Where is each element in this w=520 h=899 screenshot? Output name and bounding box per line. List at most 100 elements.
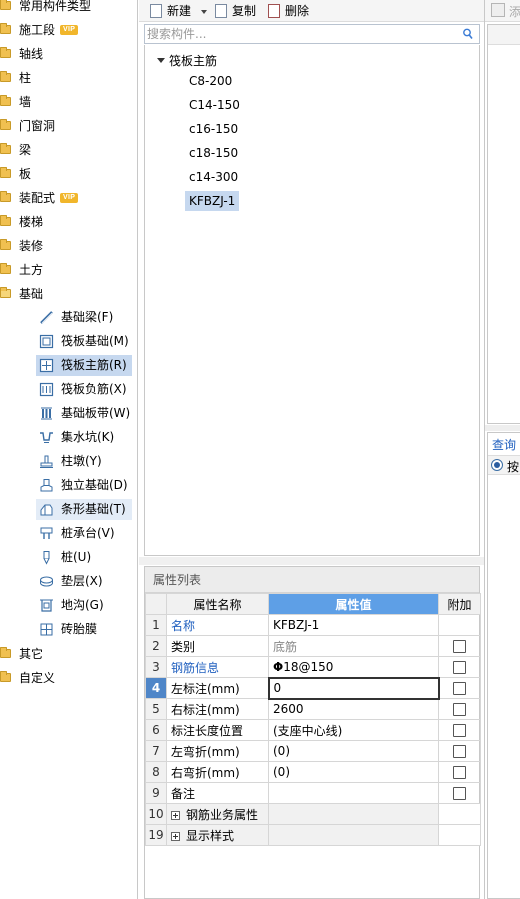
property-value[interactable] <box>268 824 439 846</box>
property-extra-cell <box>438 719 481 741</box>
component-group-label: 筏板主筋 <box>169 54 218 68</box>
property-row[interactable]: 19 显示样式 <box>145 824 481 846</box>
foundation-item[interactable]: 筏板负筋(X) <box>36 379 132 400</box>
right-splitter[interactable] <box>485 425 520 431</box>
tree-category[interactable]: 楼梯 <box>0 212 136 232</box>
property-row[interactable]: 7 左弯折(mm) (0) <box>145 740 481 762</box>
expand-plus-icon[interactable] <box>171 810 180 820</box>
component-list-item[interactable]: c14-300 <box>185 167 242 187</box>
tree-category[interactable]: 其它 <box>0 644 136 664</box>
add-icon[interactable] <box>491 3 505 17</box>
radio-option[interactable]: 按 <box>488 455 520 475</box>
foundation-item[interactable]: 筏板主筋(R) <box>36 355 132 376</box>
tree-category[interactable]: 门窗洞 <box>0 116 136 136</box>
search-input[interactable] <box>147 26 457 42</box>
property-value-text: 0 <box>273 681 282 695</box>
tree-category[interactable]: 墙 <box>0 92 136 112</box>
property-row[interactable]: 3 钢筋信息 Φ18@150 <box>145 656 481 678</box>
component-list-item[interactable]: c16-150 <box>185 119 242 139</box>
property-value[interactable]: 2600 <box>268 698 439 720</box>
property-row[interactable]: 6 标注长度位置 (支座中心线) <box>145 719 481 741</box>
property-value-editor[interactable]: 0 <box>267 676 440 700</box>
component-list-item[interactable]: C14-150 <box>185 95 244 115</box>
foundation-item[interactable]: 桩(U) <box>36 547 132 568</box>
extra-checkbox[interactable] <box>453 682 467 695</box>
extra-checkbox[interactable] <box>453 661 466 674</box>
tree-category[interactable]: 板 <box>0 164 136 184</box>
tree-category[interactable]: 常用构件类型 <box>0 0 136 16</box>
expand-arrow-icon[interactable] <box>157 58 165 63</box>
property-extra-cell <box>438 782 481 804</box>
property-group-label: 钢筋业务属性 <box>186 807 259 822</box>
extra-checkbox[interactable] <box>453 745 466 758</box>
radio-button[interactable] <box>491 459 503 471</box>
tree-category[interactable]: 轴线 <box>0 44 136 64</box>
property-row[interactable]: 9 备注 <box>145 782 481 804</box>
property-value[interactable]: 底筋 <box>268 635 439 657</box>
property-row[interactable]: 2 类别 底筋 <box>145 635 481 657</box>
property-group-cell[interactable]: 钢筋业务属性 <box>166 803 269 825</box>
tree-category[interactable]: 装修 <box>0 236 136 256</box>
query-tab[interactable]: 查询 <box>492 436 516 453</box>
property-value[interactable]: KFBZJ-1 <box>268 614 439 636</box>
property-row[interactable]: 10 钢筋业务属性 <box>145 803 481 825</box>
delete-button[interactable]: 删除 <box>268 2 314 20</box>
extra-checkbox[interactable] <box>453 703 466 716</box>
property-row[interactable]: 5 右标注(mm) 2600 <box>145 698 481 720</box>
folder-icon <box>0 47 11 58</box>
tree-category[interactable]: 施工段 VIP <box>0 20 136 40</box>
right-toolbar-label[interactable]: 添 <box>509 3 520 20</box>
new-button[interactable]: 新建 <box>150 2 208 20</box>
splitter[interactable] <box>139 557 484 565</box>
property-group-label: 显示样式 <box>186 828 235 843</box>
component-list-item[interactable]: c18-150 <box>185 143 242 163</box>
foundation-item[interactable]: 垫层(X) <box>36 571 132 592</box>
foundation-item[interactable]: 柱墩(Y) <box>36 451 132 472</box>
folder-icon <box>0 263 11 274</box>
foundation-item[interactable]: 桩承台(V) <box>36 523 132 544</box>
foundation-item[interactable]: 基础梁(F) <box>36 307 132 328</box>
property-value[interactable]: Φ18@150 <box>268 656 439 678</box>
foundation-item[interactable]: 基础板带(W) <box>36 403 132 424</box>
property-value[interactable]: (0) <box>268 761 439 783</box>
property-row[interactable]: 4 左标注(mm) 0 <box>145 676 481 700</box>
column-pier-icon <box>40 455 53 468</box>
tree-category[interactable]: 自定义 <box>0 668 136 688</box>
property-row[interactable]: 1 名称 KFBZJ-1 <box>145 614 481 636</box>
property-extra-cell <box>438 761 481 783</box>
property-value[interactable] <box>268 803 439 825</box>
foundation-item[interactable]: 地沟(G) <box>36 595 132 616</box>
property-row[interactable]: 8 右弯折(mm) (0) <box>145 761 481 783</box>
property-value[interactable]: (支座中心线) <box>268 719 439 741</box>
component-toolbar: 新建 复制 删除 <box>139 0 484 22</box>
tree-category[interactable]: 装配式 VIP <box>0 188 136 208</box>
copy-button[interactable]: 复制 <box>215 2 261 20</box>
property-value[interactable] <box>268 782 439 804</box>
foundation-item[interactable]: 独立基础(D) <box>36 475 132 496</box>
search-icon[interactable] <box>463 28 473 40</box>
beam-icon <box>40 311 53 324</box>
property-name: 钢筋信息 <box>166 656 269 678</box>
foundation-item[interactable]: 条形基础(T) <box>36 499 132 520</box>
tree-category-label: 门窗洞 <box>19 119 56 133</box>
foundation-item[interactable]: 集水坑(K) <box>36 427 132 448</box>
foundation-item[interactable]: 筏板基础(M) <box>36 331 132 352</box>
foundation-item[interactable]: 砖胎膜 <box>36 619 132 640</box>
tree-category[interactable]: 梁 <box>0 140 136 160</box>
extra-checkbox[interactable] <box>453 724 466 737</box>
property-group-cell[interactable]: 显示样式 <box>166 824 269 846</box>
component-list-item[interactable]: KFBZJ-1 <box>185 191 240 211</box>
expand-plus-icon[interactable] <box>171 831 180 841</box>
component-list-item[interactable]: C8-200 <box>185 71 236 91</box>
dropdown-arrow-icon[interactable] <box>201 10 207 14</box>
raft-main-rebar-icon <box>39 358 54 373</box>
tree-category[interactable]: 柱 <box>0 68 136 88</box>
foundation-item-label: 垫层(X) <box>61 574 103 588</box>
extra-checkbox[interactable] <box>453 766 466 779</box>
tree-category[interactable]: 土方 <box>0 260 136 280</box>
extra-checkbox[interactable] <box>453 787 466 800</box>
tree-category-label: 装修 <box>19 239 44 253</box>
tree-category[interactable]: 基础 <box>0 284 136 304</box>
property-value[interactable]: (0) <box>268 740 439 762</box>
extra-checkbox[interactable] <box>453 640 466 653</box>
